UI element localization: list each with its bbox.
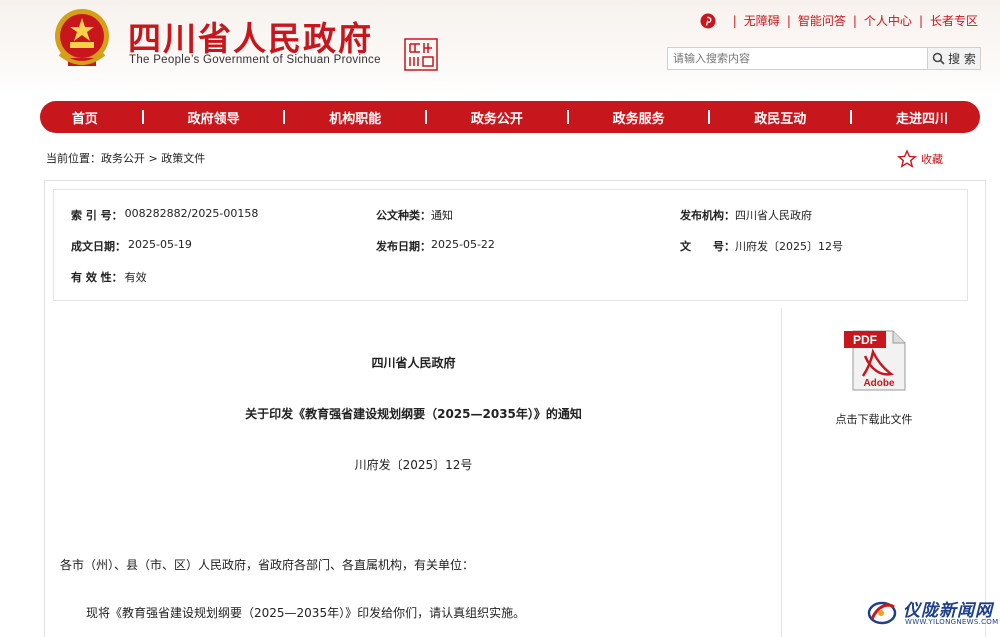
search-button-label: 搜 索 [948,52,976,66]
nav-item-functions[interactable]: 机构职能 [329,108,381,127]
pdf-icon-label: PDF [853,333,877,347]
elderly-zone-link[interactable]: 长者专区 [930,12,978,29]
nav-item-open-government[interactable]: 政务公开 [471,108,523,127]
nav-divider [283,110,286,124]
national-emblem-icon [55,9,109,66]
meta-value: 通知 [431,209,453,222]
top-links: | 无障碍 | 智能问答 | 个人中心 | 长者专区 [700,12,978,29]
breadcrumb[interactable]: 当前位置：政务公开 > 政策文件 [46,150,205,166]
nav-divider [425,110,428,124]
star-icon [897,149,917,168]
pinterest-icon[interactable] [700,13,716,29]
accessibility-link[interactable]: 无障碍 [744,12,780,29]
meta-value: 2025-05-22 [431,238,495,251]
meta-value: 四川省人民政府 [735,209,812,222]
meta-label: 文 号： [680,240,735,253]
nav-divider [566,110,569,124]
site-title: 四川省人民政府 [128,19,373,58]
search-icon [932,52,945,65]
document-metadata: 索 引 号： 008282882/2025-00158 公文种类： 通知 发布机… [53,189,968,301]
nav-item-interaction[interactable]: 政民互动 [754,108,806,127]
smart-qa-link[interactable]: 智能问答 [798,12,846,29]
nav-item-home[interactable]: 首页 [72,108,98,127]
column-divider [781,308,782,637]
nav-divider [141,110,144,124]
nav-divider [708,110,711,124]
meta-value: 有效 [124,271,147,284]
document-recipients: 各市（州）、县（市、区）人民政府，省政府各部门、各直属机构，有关单位： [60,558,475,572]
document-org: 四川省人民政府 [371,356,456,370]
document-number: 川府发〔2025〕12号 [354,458,473,472]
site-subtitle: The People’s Government of Sichuan Provi… [129,54,381,66]
meta-label: 索 引 号： [71,209,123,222]
sichuan-seal-logo-icon [404,38,438,71]
meta-label: 成文日期： [71,240,126,253]
meta-value: 008282882/2025-00158 [124,207,259,220]
favorite-button[interactable]: 收藏 [897,149,943,169]
document-title: 关于印发《教育强省建设规划纲要（2025—2035年）》的通知 [245,407,582,421]
pdf-file-icon[interactable]: PDF Adobe [843,328,909,392]
meta-label: 发布日期： [376,240,431,253]
document-paragraph: 现将《教育强省建设规划纲要（2025—2035年）》印发给你们，请认真组织实施。 [86,606,526,620]
site-header: 四川省人民政府 The People’s Government of Sichu… [0,0,1000,96]
nav-item-about-sichuan[interactable]: 走进四川 [896,108,948,127]
nav-item-services[interactable]: 政务服务 [613,108,665,127]
separator: | [918,13,923,28]
search-input[interactable] [667,47,927,70]
meta-docno: 文 号： 川府发〔2025〕12号 [680,238,843,254]
meta-label: 发布机构： [680,209,735,222]
yilong-news-logo-icon [867,601,897,625]
meta-issuer: 发布机构： 四川省人民政府 [680,207,812,223]
separator: | [786,13,791,28]
nav-divider [850,110,853,124]
download-link[interactable]: 点击下载此文件 [812,411,936,427]
separator: | [732,13,737,28]
meta-published: 发布日期： 2025-05-22 [376,238,495,254]
adobe-label: Adobe [863,378,895,389]
main-nav: 首页 政府领导 机构职能 政务公开 政务服务 政民互动 走进四川 [40,101,980,133]
meta-created: 成文日期： 2025-05-19 [71,238,192,254]
search-button[interactable]: 搜 索 [927,47,981,70]
watermark-url: WWW.YILONGNEWS.COM [905,618,999,626]
meta-value: 2025-05-19 [128,238,192,251]
meta-validity: 有 效 性： 有效 [71,269,147,285]
nav-item-leaders[interactable]: 政府领导 [188,108,240,127]
favorite-label: 收藏 [921,153,943,166]
personal-center-link[interactable]: 个人中心 [864,12,912,29]
meta-category: 公文种类： 通知 [376,207,453,223]
meta-label: 公文种类： [376,209,431,222]
meta-index: 索 引 号： 008282882/2025-00158 [71,207,258,223]
separator: | [852,13,857,28]
meta-value: 川府发〔2025〕12号 [735,240,843,253]
meta-label: 有 效 性： [71,271,123,284]
search-bar: 搜 索 [667,47,981,70]
